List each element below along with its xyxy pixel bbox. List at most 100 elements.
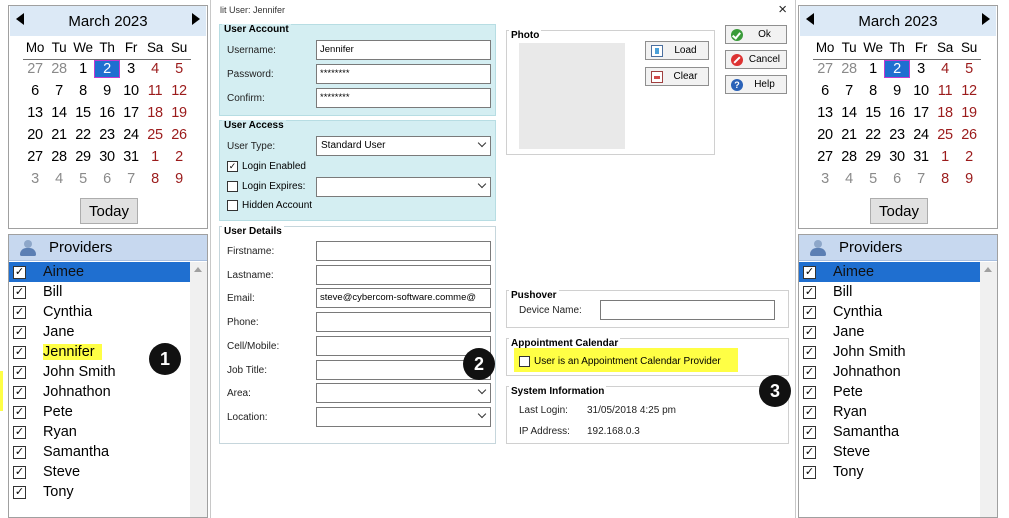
calendar-day[interactable]: 6 — [885, 171, 909, 187]
calendar-day[interactable]: 28 — [837, 61, 861, 77]
prev-month-icon[interactable] — [806, 13, 814, 25]
calendar-day[interactable]: 1 — [861, 61, 885, 77]
calendar-day[interactable]: 8 — [143, 171, 167, 187]
calendar-day[interactable]: 27 — [23, 61, 47, 77]
provider-list-item[interactable]: ✓ Aimee — [9, 262, 190, 282]
calendar-day[interactable]: 2 — [957, 149, 981, 165]
calendar-day[interactable]: 31 — [909, 149, 933, 165]
user-type-select[interactable]: Standard User — [316, 136, 491, 156]
checkbox-checked[interactable]: ✓ — [803, 285, 816, 299]
calendar-day[interactable]: 4 — [143, 61, 167, 77]
provider-list-item[interactable]: ✓ Steve — [9, 462, 190, 482]
calendar-day[interactable]: 20 — [813, 127, 837, 143]
appointment-provider-checkbox[interactable]: User is an Appointment Calendar Provider — [519, 356, 721, 367]
scrollbar[interactable] — [980, 262, 997, 517]
provider-list-item[interactable]: ✓ Cynthia — [9, 302, 190, 322]
calendar-day[interactable]: 26 — [957, 127, 981, 143]
checkbox-checked[interactable]: ✓ — [13, 325, 26, 339]
calendar-day[interactable]: 21 — [47, 127, 71, 143]
scroll-up-icon[interactable] — [194, 267, 202, 272]
calendar-day[interactable]: 22 — [71, 127, 95, 143]
checkbox-checked[interactable]: ✓ — [803, 305, 816, 319]
calendar-day[interactable]: 25 — [143, 127, 167, 143]
calendar-day[interactable]: 3 — [23, 171, 47, 187]
prev-month-icon[interactable] — [16, 13, 24, 25]
calendar-day[interactable]: 24 — [909, 127, 933, 143]
provider-list-item[interactable]: ✓ Johnathon — [799, 362, 980, 382]
provider-list-item[interactable]: ✓ Pete — [799, 382, 980, 402]
calendar-day[interactable]: 6 — [813, 83, 837, 99]
calendar-day[interactable]: 5 — [71, 171, 95, 187]
provider-list-item[interactable]: ✓ Ryan — [9, 422, 190, 442]
calendar-day[interactable]: 27 — [813, 149, 837, 165]
calendar-day[interactable]: 23 — [95, 127, 119, 143]
calendar-day[interactable]: 4 — [933, 61, 957, 77]
calendar-day[interactable]: 29 — [71, 149, 95, 165]
calendar-day[interactable]: 11 — [143, 83, 167, 99]
calendar-day[interactable]: 26 — [167, 127, 191, 143]
calendar-day[interactable]: 18 — [143, 105, 167, 121]
calendar-day[interactable]: 16 — [95, 105, 119, 121]
provider-list-item[interactable]: ✓ Tony — [9, 482, 190, 502]
calendar-day[interactable]: 4 — [47, 171, 71, 187]
load-button[interactable]: Load — [645, 41, 709, 60]
calendar-day[interactable]: 30 — [95, 149, 119, 165]
checkbox-checked[interactable]: ✓ — [13, 285, 26, 299]
scroll-up-icon[interactable] — [984, 267, 992, 272]
login-enabled-checkbox[interactable]: ✓ Login Enabled — [227, 161, 306, 172]
next-month-icon[interactable] — [192, 13, 200, 25]
calendar-day[interactable]: 10 — [119, 83, 143, 99]
login-expires-checkbox[interactable]: Login Expires: — [227, 181, 305, 192]
username-field[interactable]: Jennifer — [316, 40, 491, 60]
checkbox-checked[interactable]: ✓ — [13, 485, 26, 499]
calendar-day[interactable]: 3 — [119, 61, 143, 77]
calendar-day[interactable]: 3 — [909, 61, 933, 77]
checkbox-checked[interactable]: ✓ — [803, 445, 816, 459]
checkbox-checked[interactable]: ✓ — [13, 345, 26, 359]
provider-list-item[interactable]: ✓ Jane — [799, 322, 980, 342]
calendar-day[interactable]: 8 — [933, 171, 957, 187]
calendar-day[interactable]: 7 — [837, 83, 861, 99]
calendar-day[interactable]: 25 — [933, 127, 957, 143]
calendar-day[interactable]: 8 — [861, 83, 885, 99]
calendar-day[interactable]: 14 — [837, 105, 861, 121]
provider-list-item[interactable]: ✓ Cynthia — [799, 302, 980, 322]
checkbox-checked[interactable]: ✓ — [13, 365, 26, 379]
calendar-day[interactable]: 9 — [957, 171, 981, 187]
checkbox-unchecked[interactable] — [227, 181, 238, 192]
checkbox-checked[interactable]: ✓ — [803, 385, 816, 399]
checkbox-checked[interactable]: ✓ — [803, 425, 816, 439]
checkbox-checked[interactable]: ✓ — [803, 325, 816, 339]
calendar-day[interactable]: 22 — [861, 127, 885, 143]
calendar-day[interactable]: 3 — [813, 171, 837, 187]
calendar-day[interactable]: 21 — [837, 127, 861, 143]
calendar-day[interactable]: 13 — [813, 105, 837, 121]
cell-field[interactable] — [316, 336, 491, 356]
provider-list-item[interactable]: ✓ Bill — [9, 282, 190, 302]
provider-list-item[interactable]: ✓ Jane — [9, 322, 190, 342]
checkbox-checked[interactable]: ✓ — [13, 405, 26, 419]
calendar-day[interactable]: 9 — [885, 83, 909, 99]
provider-list-item[interactable]: ✓ Samantha — [799, 422, 980, 442]
calendar-day[interactable]: 2 — [884, 60, 910, 78]
calendar-day[interactable]: 6 — [23, 83, 47, 99]
calendar-day[interactable]: 28 — [47, 149, 71, 165]
today-button[interactable]: Today — [80, 198, 138, 224]
phone-field[interactable] — [316, 312, 491, 332]
email-field[interactable]: steve@cybercom-software.comme@ — [316, 288, 491, 308]
provider-list-item[interactable]: ✓ Johnathon — [9, 382, 190, 402]
calendar-day[interactable]: 6 — [95, 171, 119, 187]
checkbox-checked[interactable]: ✓ — [13, 265, 26, 279]
checkbox-checked[interactable]: ✓ — [13, 465, 26, 479]
checkbox-unchecked[interactable] — [519, 356, 530, 367]
calendar-day[interactable]: 5 — [957, 61, 981, 77]
provider-list-item[interactable]: ✓ Aimee — [799, 262, 980, 282]
calendar-day[interactable]: 7 — [909, 171, 933, 187]
calendar-day[interactable]: 12 — [167, 83, 191, 99]
checkbox-checked[interactable]: ✓ — [13, 305, 26, 319]
location-select[interactable] — [316, 407, 491, 427]
calendar-day[interactable]: 11 — [933, 83, 957, 99]
next-month-icon[interactable] — [982, 13, 990, 25]
calendar-day[interactable]: 9 — [95, 83, 119, 99]
provider-list-item[interactable]: ✓ Ryan — [799, 402, 980, 422]
